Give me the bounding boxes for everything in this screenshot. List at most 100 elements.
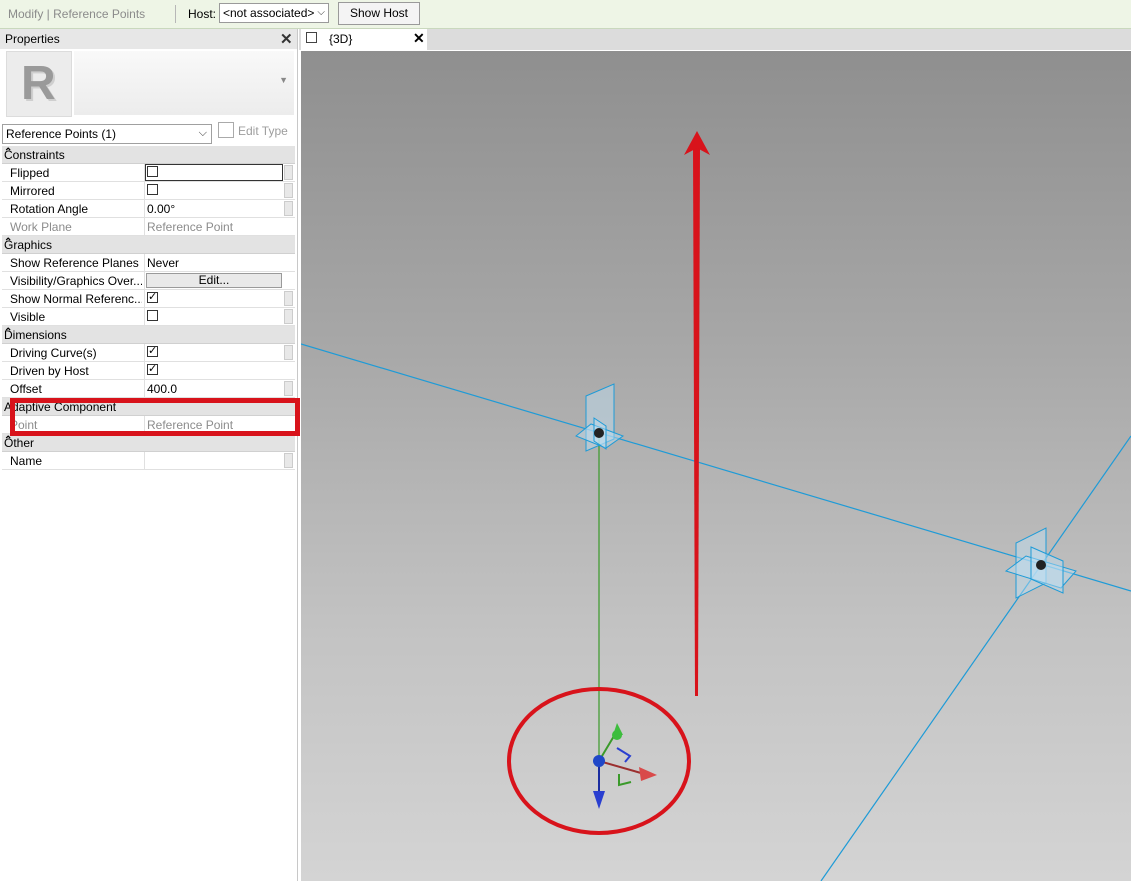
host-label: Host: [188, 7, 217, 21]
property-value[interactable] [144, 362, 283, 379]
group-other[interactable]: Other ⌃ [2, 434, 295, 452]
work-plane-value: Reference Point [147, 220, 234, 234]
property-value[interactable]: Edit... [144, 272, 283, 289]
property-row-rotation-angle[interactable]: Rotation Angle 0.00° [2, 200, 295, 218]
host-dropdown[interactable]: <not associated> ⌵ [219, 3, 329, 23]
property-row-name[interactable]: Name [2, 452, 295, 470]
annotation-red-rectangle [10, 398, 300, 436]
3d-cube-icon [306, 32, 317, 43]
property-row-visible[interactable]: Visible [2, 308, 295, 326]
property-name: Show Normal Referenc... [10, 292, 142, 306]
property-row-work-plane: Work Plane Reference Point [2, 218, 295, 236]
host-dropdown-value: <not associated> [223, 6, 315, 20]
row-scroll-handle[interactable] [284, 453, 293, 468]
collapse-icon[interactable]: ⌃ [4, 327, 291, 338]
property-name: Rotation Angle [10, 202, 89, 216]
mirrored-checkbox[interactable] [147, 184, 158, 195]
collapse-icon[interactable]: ⌃ [4, 435, 291, 446]
3d-scene [301, 131, 1131, 881]
tab-label: {3D} [329, 32, 353, 46]
driven-by-host-checkbox[interactable] [147, 362, 158, 375]
property-value[interactable] [144, 164, 283, 181]
property-value[interactable] [144, 182, 283, 199]
property-name: Work Plane [10, 220, 72, 234]
property-value[interactable] [144, 308, 283, 325]
collapse-icon[interactable]: ⌃ [4, 147, 291, 158]
close-icon[interactable]: ✕ [413, 30, 425, 47]
property-value: Reference Point [144, 218, 283, 235]
property-value[interactable] [144, 452, 283, 469]
reference-line-horizontal [301, 343, 1131, 592]
property-row-visibility-graphics[interactable]: Visibility/Graphics Over... Edit... [2, 272, 295, 290]
properties-palette: Properties ✕ R ▼ Reference Points (1) ⌵ … [0, 29, 300, 881]
move-gizmo[interactable] [593, 723, 657, 809]
options-bar: Modify | Reference Points Host: <not ass… [0, 0, 1131, 29]
tab-3d-view[interactable]: {3D} ✕ [301, 29, 427, 50]
chevron-down-icon: ⌵ [198, 127, 207, 139]
edit-type-button[interactable]: Edit Type [218, 122, 288, 140]
row-scroll-handle[interactable] [284, 201, 293, 216]
3d-view-canvas[interactable] [301, 51, 1131, 881]
property-row-mirrored[interactable]: Mirrored [2, 182, 295, 200]
property-name: Visible [10, 310, 46, 324]
show-host-button[interactable]: Show Host [338, 2, 420, 25]
property-name: Flipped [10, 166, 50, 180]
show-normal-checkbox[interactable] [147, 290, 158, 303]
reference-point-2[interactable] [1004, 527, 1077, 599]
type-selector-preview[interactable]: ▼ [74, 51, 294, 115]
property-name: Driven by Host [10, 364, 89, 378]
separator [175, 5, 176, 23]
property-name: Driving Curve(s) [10, 346, 97, 360]
reference-point-1[interactable] [575, 383, 625, 452]
close-icon[interactable]: ✕ [280, 30, 293, 48]
property-row-show-normal-reference[interactable]: Show Normal Referenc... [2, 290, 295, 308]
row-scroll-handle[interactable] [284, 183, 293, 198]
show-reference-planes-value: Never [147, 256, 180, 270]
collapse-icon[interactable]: ⌃ [4, 237, 291, 248]
edit-type-icon [218, 122, 234, 138]
property-row-driven-by-host[interactable]: Driven by Host [2, 362, 295, 380]
property-row-driving-curves[interactable]: Driving Curve(s) [2, 344, 295, 362]
property-value[interactable] [144, 290, 283, 307]
instance-selector[interactable]: Reference Points (1) ⌵ [2, 124, 212, 144]
driving-curves-checkbox[interactable] [147, 344, 158, 357]
group-dimensions[interactable]: Dimensions ⌃ [2, 326, 295, 344]
view-tab-strip: {3D} ✕ [299, 29, 1131, 50]
property-value[interactable]: Never [144, 254, 283, 271]
offset-value[interactable]: 400.0 [147, 382, 177, 396]
properties-title-bar: Properties ✕ [0, 29, 297, 49]
row-scroll-handle[interactable] [284, 291, 293, 306]
property-value[interactable]: 400.0 [144, 380, 283, 397]
annotation-red-arrow [684, 131, 710, 696]
property-name: Visibility/Graphics Over... [10, 274, 142, 288]
dropdown-arrow-icon: ▼ [279, 75, 288, 85]
reference-line-diagonal [820, 435, 1131, 881]
revit-logo-icon: R [21, 57, 56, 110]
row-scroll-handle[interactable] [284, 165, 293, 180]
property-value[interactable] [144, 344, 283, 361]
property-name: Mirrored [10, 184, 55, 198]
property-row-flipped[interactable]: Flipped [2, 164, 295, 182]
edit-type-label: Edit Type [238, 124, 288, 139]
focus-outline [145, 164, 283, 181]
row-scroll-handle[interactable] [284, 345, 293, 360]
visible-checkbox[interactable] [147, 310, 158, 321]
flipped-checkbox[interactable] [147, 166, 158, 177]
row-scroll-handle[interactable] [284, 309, 293, 324]
properties-title: Properties [5, 32, 60, 46]
edit-button[interactable]: Edit... [146, 273, 282, 288]
property-value[interactable]: 0.00° [144, 200, 283, 217]
instance-selector-value: Reference Points (1) [6, 127, 117, 141]
context-label: Modify | Reference Points [8, 7, 146, 21]
type-image: R [6, 51, 72, 117]
property-name: Offset [10, 382, 42, 396]
group-constraints[interactable]: Constraints ⌃ [2, 146, 295, 164]
row-scroll-handle[interactable] [284, 381, 293, 396]
rotation-angle-value: 0.00° [147, 202, 176, 216]
chevron-down-icon: ⌵ [317, 7, 325, 18]
property-row-show-reference-planes[interactable]: Show Reference Planes Never [2, 254, 295, 272]
property-row-offset[interactable]: Offset 400.0 [2, 380, 295, 398]
group-graphics[interactable]: Graphics ⌃ [2, 236, 295, 254]
property-name: Show Reference Planes [10, 256, 139, 270]
property-name: Name [10, 454, 43, 468]
